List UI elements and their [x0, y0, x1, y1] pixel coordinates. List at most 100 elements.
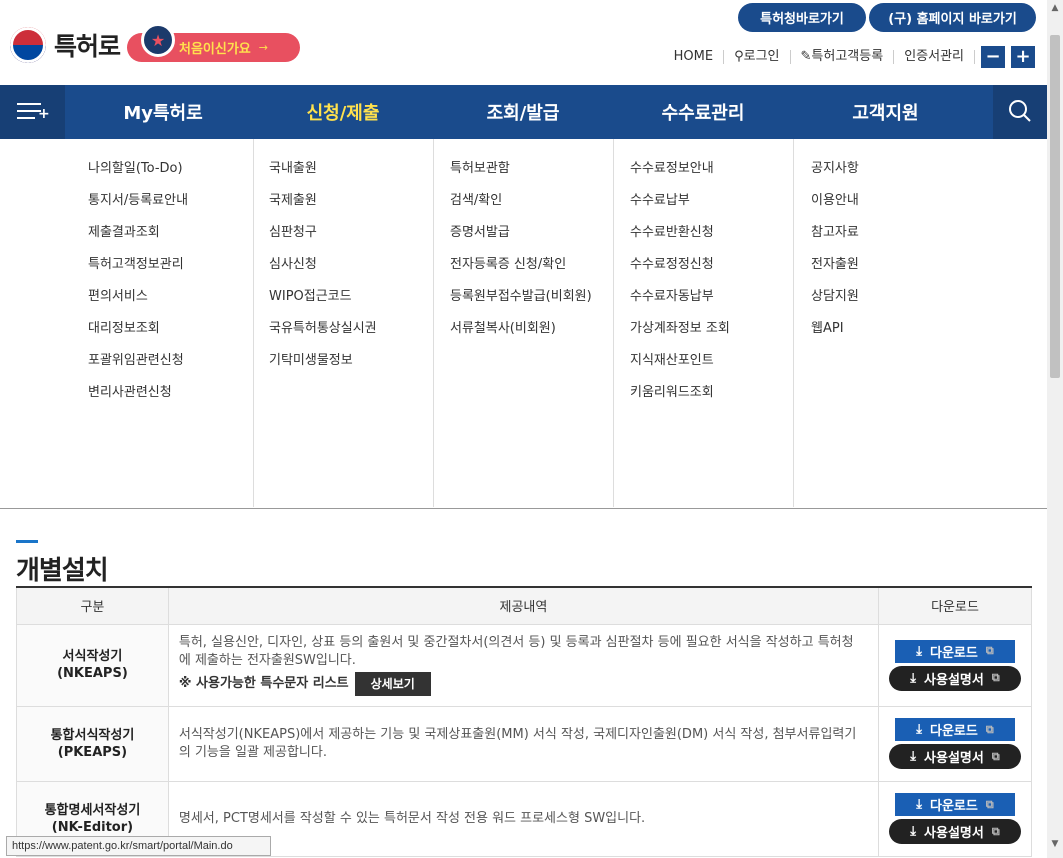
kipo-shortcut-button[interactable]: 특허청바로가기: [738, 3, 866, 32]
site-logo[interactable]: 특허로: [10, 27, 121, 63]
vertical-scrollbar[interactable]: ▲ ▼: [1047, 0, 1063, 858]
mega-link[interactable]: 수수료정정신청: [630, 256, 793, 288]
manual-label: 사용설명서: [924, 751, 984, 766]
mega-link[interactable]: 등록원부접수발급(비회원): [450, 288, 613, 320]
mega-link[interactable]: 기탁미생물정보: [269, 352, 433, 384]
download-button[interactable]: ⤓ 다운로드 ⧉: [895, 718, 1015, 741]
mega-link[interactable]: WIPO접근코드: [269, 288, 433, 320]
mega-link[interactable]: 대리정보조회: [88, 320, 253, 352]
mega-link[interactable]: 증명서발급: [450, 224, 613, 256]
all-menu-button[interactable]: +: [0, 85, 65, 139]
manual-button[interactable]: ⤓ 사용설명서 ⧉: [889, 744, 1021, 769]
download-button[interactable]: ⤓ 다운로드 ⧉: [895, 639, 1015, 663]
mega-link[interactable]: 가상계좌정보 조회: [630, 320, 793, 352]
mega-link[interactable]: 특허보관함: [450, 160, 613, 192]
external-link-icon: ⧉: [985, 722, 994, 736]
first-visit-button[interactable]: ★ 처음이신가요 →: [127, 23, 300, 62]
mega-link[interactable]: 국유특허통상실시권: [269, 320, 433, 352]
zoom-out-button[interactable]: −: [981, 46, 1005, 68]
scroll-down-arrow-icon[interactable]: ▼: [1047, 836, 1063, 852]
download-icon: ⤓: [916, 643, 923, 659]
mega-col-inquiry: 특허보관함 검색/확인 증명서발급 전자등록증 신청/확인 등록원부접수발급(비…: [433, 139, 613, 507]
taegeuk-emblem-icon: [10, 27, 46, 63]
utility-nav: HOME ⚲로그인 ✎특허고객등록 인증서관리 − +: [664, 46, 1035, 68]
register-link[interactable]: ✎특허고객등록: [791, 50, 895, 64]
mega-link[interactable]: 참고자료: [811, 224, 978, 256]
login-label: 로그인: [743, 49, 780, 64]
mega-link[interactable]: 나의할일(To-Do): [88, 160, 253, 192]
menu-line: [17, 103, 41, 105]
mega-link[interactable]: 심판청구: [269, 224, 433, 256]
search-button[interactable]: [993, 85, 1047, 139]
col-header-download: 다운로드: [878, 587, 1032, 625]
mega-link[interactable]: 편의서비스: [88, 288, 253, 320]
row-desc: 특허, 실용신안, 디자인, 상표 등의 출원서 및 중간절차서(의견서 등) …: [167, 623, 880, 707]
plus-icon: +: [38, 106, 50, 122]
manual-label: 사용설명서: [924, 826, 984, 841]
login-link[interactable]: ⚲로그인: [724, 49, 791, 64]
mega-link[interactable]: 심사신청: [269, 256, 433, 288]
detail-view-button[interactable]: 상세보기: [354, 672, 431, 696]
mega-link[interactable]: 서류철복사(비회원): [450, 320, 613, 352]
menu-line: [17, 117, 35, 119]
special-char-note: ※ 사용가능한 특수문자 리스트 상세보기: [179, 672, 864, 696]
home-link[interactable]: HOME: [664, 50, 725, 64]
download-button[interactable]: ⤓ 다운로드 ⧉: [895, 793, 1015, 816]
row-name-line1: 서식작성기: [62, 649, 123, 664]
mega-link[interactable]: 특허고객정보관리: [88, 256, 253, 288]
mega-link[interactable]: 변리사관련신청: [88, 384, 253, 416]
mega-link[interactable]: 통지서/등록료안내: [88, 192, 253, 224]
mega-link[interactable]: 상담지원: [811, 288, 978, 320]
external-link-icon: ⧉: [991, 671, 1000, 684]
pencil-icon: ✎: [800, 49, 812, 64]
gnb-my-patent[interactable]: My특허로: [73, 85, 253, 139]
mega-col-fee: 수수료정보안내 수수료납부 수수료반환신청 수수료정정신청 수수료자동납부 가상…: [613, 139, 793, 507]
manual-button[interactable]: ⤓ 사용설명서 ⧉: [889, 665, 1021, 691]
manual-button[interactable]: ⤓ 사용설명서 ⧉: [889, 819, 1021, 844]
mega-link[interactable]: 수수료정보안내: [630, 160, 793, 192]
mega-link[interactable]: 지식재산포인트: [630, 352, 793, 384]
mega-link[interactable]: 웹API: [811, 320, 978, 352]
install-table: 구분 제공내역 다운로드 서식작성기 (NKEAPS) 특허, 실용신안, 디자…: [16, 586, 1032, 857]
scrollbar-thumb[interactable]: [1050, 35, 1060, 378]
mega-link[interactable]: 포괄위임관련신청: [88, 352, 253, 384]
old-homepage-button[interactable]: (구) 홈페이지 바로가기: [869, 3, 1036, 32]
mega-link[interactable]: 수수료자동납부: [630, 288, 793, 320]
gnb-fee-management[interactable]: 수수료관리: [613, 85, 793, 139]
row-desc: 서식작성기(NKEAPS)에서 제공하는 기능 및 국제상표출원(MM) 서식 …: [167, 705, 880, 782]
section-accent-bar: [16, 540, 38, 543]
manual-label: 사용설명서: [924, 672, 984, 688]
mega-link[interactable]: 제출결과조회: [88, 224, 253, 256]
row-name-line2: (PKEAPS): [57, 744, 128, 760]
mega-link[interactable]: 수수료반환신청: [630, 224, 793, 256]
scroll-up-arrow-icon[interactable]: ▲: [1047, 0, 1063, 16]
mega-link[interactable]: 수수료납부: [630, 192, 793, 224]
mega-link[interactable]: 검색/확인: [450, 192, 613, 224]
download-icon: ⤓: [910, 824, 917, 839]
person-icon: ⚲: [734, 49, 744, 64]
zoom-in-button[interactable]: +: [1011, 46, 1035, 68]
external-link-icon: ⧉: [985, 644, 994, 657]
mega-link[interactable]: 국제출원: [269, 192, 433, 224]
row-name-line1: 통합서식작성기: [50, 727, 135, 743]
mega-link[interactable]: 이용안내: [811, 192, 978, 224]
mega-link[interactable]: 공지사항: [811, 160, 978, 192]
arrow-right-icon: →: [258, 41, 268, 54]
gnb-apply-submit[interactable]: 신청/제출: [253, 85, 433, 139]
row-name-line1: 통합명세서작성기: [44, 802, 141, 818]
mega-link[interactable]: 키움리워드조회: [630, 384, 793, 416]
gnb-customer-support[interactable]: 고객지원: [793, 85, 978, 139]
certificate-link[interactable]: 인증서관리: [894, 50, 975, 64]
mega-link[interactable]: 국내출원: [269, 160, 433, 192]
row-desc-text: 명세서, PCT명세서를 작성할 수 있는 특허문서 작성 전용 워드 프로세스…: [178, 810, 646, 826]
mega-link[interactable]: 전자등록증 신청/확인: [450, 256, 613, 288]
row-name-line2: (NK-Editor): [51, 819, 134, 835]
external-link-icon: ⧉: [985, 797, 994, 811]
mega-link[interactable]: 전자출원: [811, 256, 978, 288]
mega-col-apply: 국내출원 국제출원 심판청구 심사신청 WIPO접근코드 국유특허통상실시권 기…: [253, 139, 433, 507]
row-download-cell: ⤓ 다운로드 ⧉ ⤓ 사용설명서 ⧉: [878, 705, 1032, 782]
table-row: 통합서식작성기 (PKEAPS) 서식작성기(NKEAPS)에서 제공하는 기능…: [16, 705, 1032, 782]
star-badge-icon: ★: [141, 23, 175, 57]
main-navigation: + My특허로 신청/제출 조회/발급 수수료관리 고객지원: [0, 85, 1047, 139]
gnb-inquiry-issue[interactable]: 조회/발급: [433, 85, 613, 139]
